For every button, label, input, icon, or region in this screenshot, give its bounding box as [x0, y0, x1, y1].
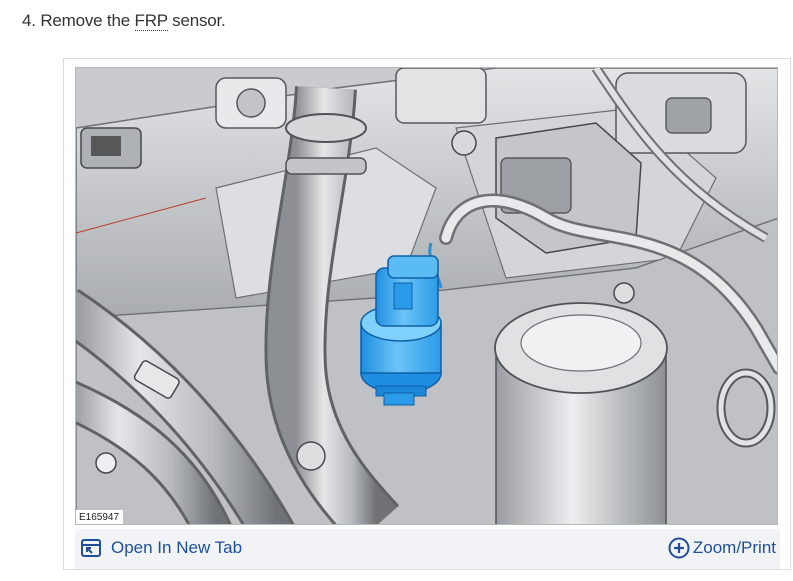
- open-in-new-tab-label: Open In New Tab: [111, 538, 243, 557]
- open-in-new-tab-link[interactable]: Open In New Tab: [81, 538, 242, 558]
- open-new-tab-icon: [81, 539, 101, 557]
- frp-abbreviation[interactable]: FRP: [134, 11, 168, 31]
- plus-circle-icon: [668, 537, 690, 559]
- figure-id-label: E165947: [76, 510, 124, 524]
- step-instruction: 4. Remove the FRP sensor.: [22, 11, 226, 31]
- figure-card: E165947 Open In New Tab Zoom/Print: [63, 58, 791, 570]
- step-text-after: sensor.: [172, 11, 226, 30]
- zoom-print-link[interactable]: Zoom/Print: [668, 537, 776, 559]
- zoom-print-label: Zoom/Print: [692, 538, 776, 557]
- figure-toolbar: Open In New Tab Zoom/Print: [75, 529, 780, 569]
- step-number: 4.: [22, 11, 36, 30]
- engine-illustration[interactable]: E165947: [75, 67, 778, 525]
- engine-drawing: [76, 68, 777, 524]
- step-text-before: Remove the: [40, 11, 130, 30]
